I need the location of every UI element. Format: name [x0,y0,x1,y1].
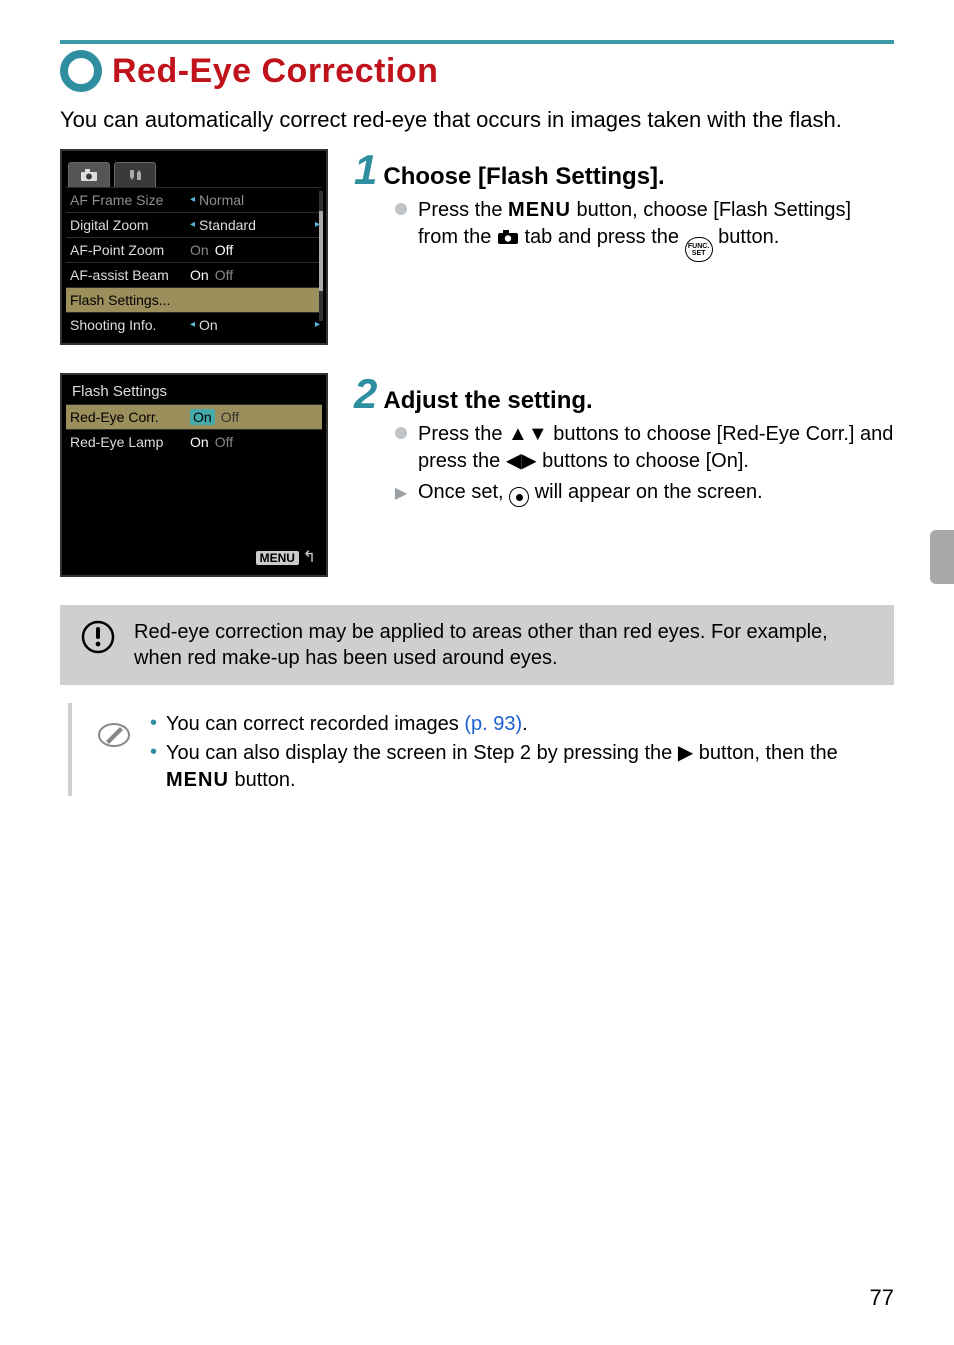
tools-tab-icon [114,162,156,187]
pencil-note-icon [96,717,132,753]
menu-back-hint: MENU ↰ [256,545,322,571]
step2-result: Once set, will appear on the screen. [418,479,763,508]
menu-row-selected: Flash Settings... [66,287,322,312]
menu-row: Digital Zoom ◂Standard ▸ [66,212,322,237]
step1-title: Choose [Flash Settings]. [383,163,664,191]
redeye-icon [509,487,529,507]
intro-text: You can automatically correct red-eye th… [60,106,894,135]
caution-icon [80,619,116,655]
right-arrow-icon: ▶ [678,742,693,764]
page-ref-link[interactable]: (p. 93) [464,713,522,735]
page-number: 77 [870,1285,894,1311]
side-tab-thumb [930,530,954,584]
menu-word: MENU [508,199,571,221]
up-down-icon: ▲▼ [508,423,548,445]
note-item: You can also display the screen in Step … [150,740,894,794]
step2-number: 2 [354,373,377,415]
menu-row: Red-Eye Lamp OnOff [66,429,322,454]
menu-row: Shooting Info. ◂On ▸ [66,312,322,337]
bullet-icon [394,197,408,262]
ring-icon [60,50,102,92]
camera-tab-icon [68,162,110,187]
step2-title: Adjust the setting. [383,387,592,415]
note-item: You can correct recorded images (p. 93). [150,711,894,738]
left-right-icon: ◀▶ [506,450,537,472]
lcd-screenshot-flash-settings: Flash Settings Red-Eye Corr. OnOff Red-E… [60,373,328,577]
menu-word: MENU [166,769,229,791]
menu-row: AF-assist Beam OnOff [66,262,322,287]
step2-text: Press the ▲▼ buttons to choose [Red-Eye … [418,421,894,475]
result-arrow-icon: ▶ [394,479,408,508]
caution-box: Red-eye correction may be applied to are… [60,605,894,685]
section-header: Red-Eye Correction [60,40,894,92]
step1-number: 1 [354,149,377,191]
bullet-icon [394,421,408,475]
menu-row: AF-Point Zoom OnOff [66,237,322,262]
camera-icon [497,229,519,245]
lcd-screenshot-menu: AF Frame Size ◂Normal Digital Zoom ◂Stan… [60,149,328,345]
lcd-scrollbar [319,191,323,321]
menu-row-selected: Red-Eye Corr. OnOff [66,404,322,429]
note-box: You can correct recorded images (p. 93).… [68,703,894,796]
lcd-subtitle: Flash Settings [64,377,324,404]
page-title: Red-Eye Correction [112,52,438,91]
func-set-icon: FUNC.SET [685,237,713,262]
menu-row: AF Frame Size ◂Normal [66,187,322,212]
caution-text: Red-eye correction may be applied to are… [134,619,874,671]
step1-text: Press the MENU button, choose [Flash Set… [418,197,894,262]
